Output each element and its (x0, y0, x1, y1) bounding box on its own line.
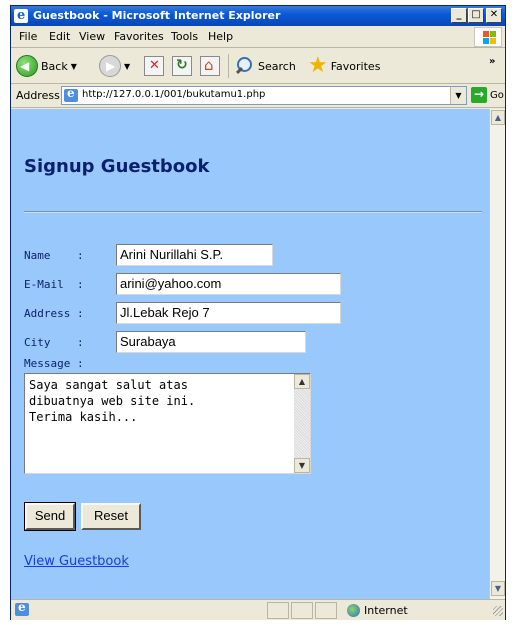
scroll-up-icon[interactable]: ▲ (491, 110, 505, 125)
message-textarea[interactable]: Saya sangat salut atas dibuatnya web sit… (24, 373, 311, 474)
send-button[interactable]: Send (24, 502, 76, 531)
page-title: Signup Guestbook (24, 156, 210, 177)
menu-bar: File Edit View Favorites Tools Help (11, 26, 505, 48)
address-field[interactable]: Jl.Lebak Rejo 7 (116, 302, 341, 324)
address-bar: Address http://127.0.0.1/001/bukutamu1.p… (11, 84, 505, 108)
menu-help[interactable]: Help (208, 30, 233, 43)
minimize-button[interactable]: _ (451, 8, 467, 23)
search-button[interactable]: Search (235, 53, 296, 79)
refresh-button[interactable] (172, 53, 192, 79)
toolbar: Back ▼ ▼ Search ★ Favorites » (11, 48, 505, 84)
status-cell (315, 602, 337, 619)
menu-favorites[interactable]: Favorites (114, 30, 164, 43)
close-button[interactable]: ✕ (486, 8, 502, 23)
scroll-up-icon[interactable]: ▲ (294, 374, 310, 389)
address-input[interactable]: http://127.0.0.1/001/bukutamu1.php ▼ (61, 86, 467, 105)
title-bar: Guestbook - Microsoft Internet Explorer … (11, 6, 505, 26)
address-url: http://127.0.0.1/001/bukutamu1.php (82, 89, 266, 100)
forward-button[interactable]: ▼ (99, 53, 130, 79)
zone-label: Internet (364, 604, 408, 617)
stop-icon (144, 56, 164, 76)
toolbar-overflow-icon[interactable]: » (489, 56, 495, 67)
email-label: E-Mail : (24, 278, 84, 291)
horizontal-rule (24, 211, 482, 213)
page-status-icon (15, 600, 29, 616)
window-title: Guestbook - Microsoft Internet Explorer (33, 9, 281, 22)
view-guestbook-link[interactable]: View Guestbook (24, 554, 129, 569)
scroll-down-icon[interactable]: ▼ (491, 581, 505, 596)
status-bar: Internet (11, 599, 505, 620)
page-icon (64, 86, 78, 102)
message-scrollbar[interactable]: ▲ ▼ (294, 374, 310, 473)
stop-button[interactable] (144, 53, 164, 79)
back-button[interactable]: Back ▼ (16, 53, 77, 79)
page-content: Signup Guestbook Name : Arini Nurillahi … (11, 109, 489, 599)
status-cell (267, 602, 289, 619)
go-label: Go (490, 89, 504, 101)
city-label: City : (24, 336, 84, 349)
search-icon (235, 56, 255, 76)
search-label: Search (258, 59, 296, 73)
resize-grip-icon[interactable] (493, 606, 503, 616)
status-cell (291, 602, 313, 619)
menu-tools[interactable]: Tools (171, 30, 198, 43)
ie-app-icon[interactable] (14, 6, 28, 26)
globe-icon (347, 604, 360, 617)
menu-view[interactable]: View (79, 30, 105, 43)
page-scrollbar[interactable]: ▲ ▼ (489, 109, 505, 599)
toolbar-separator (228, 54, 229, 78)
browser-window: Guestbook - Microsoft Internet Explorer … (10, 5, 506, 620)
star-icon: ★ (308, 53, 328, 78)
address-dropdown-icon[interactable]: ▼ (450, 87, 466, 104)
home-icon (200, 56, 220, 76)
address-label: Address (16, 89, 60, 102)
name-label: Name : (24, 249, 84, 262)
city-field[interactable]: Surabaya (116, 331, 306, 353)
back-arrow-icon (16, 55, 38, 77)
security-zone: Internet (347, 604, 408, 617)
menu-edit[interactable]: Edit (49, 30, 70, 43)
favorites-button[interactable]: ★ Favorites (308, 53, 380, 79)
scroll-down-icon[interactable]: ▼ (294, 458, 310, 473)
name-field[interactable]: Arini Nurillahi S.P. (116, 244, 273, 266)
refresh-icon (172, 56, 192, 76)
forward-arrow-icon (99, 55, 121, 77)
address-field-label: Address : (24, 307, 84, 320)
chevron-down-icon: ▼ (70, 61, 77, 71)
windows-logo-icon (474, 27, 502, 47)
go-button[interactable]: → Go (471, 87, 504, 103)
email-field[interactable]: arini@yahoo.com (116, 273, 341, 295)
favorites-label: Favorites (330, 59, 381, 73)
back-label: Back (41, 59, 68, 73)
go-arrow-icon: → (471, 87, 487, 103)
reset-button[interactable]: Reset (81, 503, 141, 530)
chevron-down-icon: ▼ (124, 61, 131, 71)
maximize-button[interactable]: □ (468, 8, 484, 23)
menu-file[interactable]: File (19, 30, 37, 43)
message-label: Message : (24, 357, 84, 370)
home-button[interactable] (200, 53, 220, 79)
